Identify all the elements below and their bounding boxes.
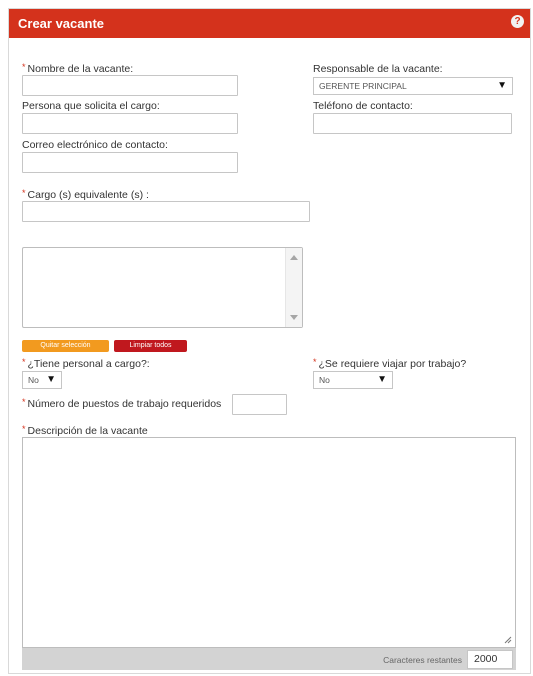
resize-handle-icon[interactable] [504,636,512,644]
required-marker: * [22,62,26,72]
puestos-label-text: Número de puestos de trabajo requeridos [27,398,222,410]
puestos-input[interactable] [232,394,287,415]
scroll-up-icon[interactable] [290,255,298,260]
limpiar-todos-button[interactable]: Limpiar todos [114,340,187,352]
personal-cargo-value: No [28,375,39,385]
viajar-label-text: ¿Se requiere viajar por trabajo? [318,358,467,370]
scrollbar[interactable] [285,248,302,327]
panel-header: Crear vacante ? [9,9,530,38]
correo-input[interactable] [22,152,238,173]
responsable-select[interactable]: GERENTE PRINCIPAL ▼ [313,77,513,95]
cargo-equivalente-label-text: Cargo (s) equivalente (s) : [27,189,149,201]
caracteres-restantes-label: Caracteres restantes [383,655,462,665]
viajar-select[interactable]: No ▼ [313,371,393,389]
quitar-seleccion-button[interactable]: Quitar selección [22,340,109,352]
required-marker: * [22,424,26,434]
responsable-value: GERENTE PRINCIPAL [319,81,407,91]
persona-solicita-input[interactable] [22,113,238,134]
cargo-equivalente-input[interactable] [22,201,310,222]
chevron-down-icon: ▼ [377,374,387,385]
personal-cargo-label: * ¿Tiene personal a cargo?: [22,357,150,370]
personal-cargo-select[interactable]: No ▼ [22,371,62,389]
descripcion-textarea[interactable] [22,437,516,648]
help-icon[interactable]: ? [511,15,524,28]
persona-solicita-label: Persona que solicita el cargo: [22,100,160,112]
required-marker: * [313,357,317,367]
chevron-down-icon: ▼ [497,80,507,91]
chevron-down-icon: ▼ [46,374,56,385]
required-marker: * [22,357,26,367]
nombre-vacante-label: * Nombre de la vacante: [22,62,134,75]
cargo-equivalente-label: * Cargo (s) equivalente (s) : [22,188,149,201]
scroll-down-icon[interactable] [290,315,298,320]
personal-cargo-label-text: ¿Tiene personal a cargo?: [27,358,150,370]
required-marker: * [22,397,26,407]
cargo-selection-list[interactable] [22,247,303,328]
responsable-label: Responsable de la vacante: [313,63,443,75]
nombre-vacante-label-text: Nombre de la vacante: [27,63,134,75]
required-marker: * [22,188,26,198]
telefono-label: Teléfono de contacto: [313,100,413,112]
panel-title: Crear vacante [18,16,104,31]
caracteres-restantes-value: 2000 [467,650,513,669]
telefono-input[interactable] [313,113,512,134]
puestos-label: * Número de puestos de trabajo requeridos [22,397,222,410]
viajar-value: No [319,375,330,385]
descripcion-label: * Descripción de la vacante [22,424,148,437]
descripcion-label-text: Descripción de la vacante [27,425,148,437]
nombre-vacante-input[interactable] [22,75,238,96]
character-counter-bar: Caracteres restantes 2000 [22,648,516,670]
correo-label: Correo electrónico de contacto: [22,139,168,151]
viajar-label: * ¿Se requiere viajar por trabajo? [313,357,467,370]
